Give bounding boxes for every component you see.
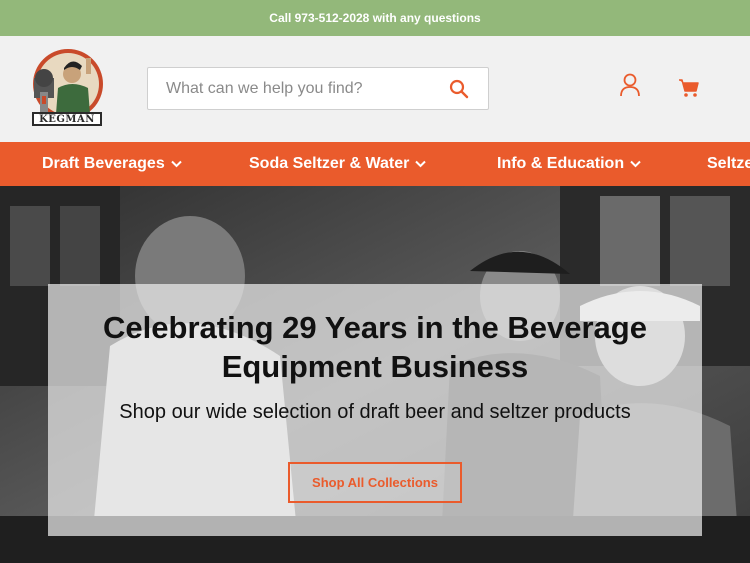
chevron-down-icon (171, 160, 182, 168)
search-button[interactable] (448, 78, 470, 100)
hero-subtitle: Shop our wide selection of draft beer an… (119, 401, 631, 423)
shop-all-collections-button[interactable]: Shop All Collections (288, 462, 462, 503)
cart-icon (679, 79, 699, 97)
nav-item-label: Seltzer (707, 155, 750, 172)
announcement-bar: Call 973-512-2028 with any questions (0, 0, 750, 36)
logo-wordmark: KEGMAN (32, 112, 102, 126)
chevron-down-icon (415, 160, 427, 168)
hero-banner: Celebrating 29 Years in the Beverage Equ… (0, 186, 750, 563)
announcement-text: Call 973-512-2028 with any questions (269, 11, 481, 25)
nav-item-label: Draft Beverages (42, 155, 165, 172)
hero-title: Celebrating 29 Years in the Beverage Equ… (103, 310, 647, 384)
search-icon (449, 79, 469, 99)
hero-card: Celebrating 29 Years in the Beverage Equ… (48, 284, 702, 536)
nav-item-seltzer[interactable]: Seltzer (707, 142, 750, 186)
nav-item-soda-seltzer-water[interactable]: Soda Seltzer & Water (249, 142, 427, 186)
nav-item-info-education[interactable]: Info & Education (497, 142, 641, 186)
search-input[interactable] (166, 79, 446, 98)
nav-item-label: Info & Education (497, 155, 625, 172)
search-bar (147, 67, 489, 110)
cart-button[interactable] (678, 78, 700, 98)
account-button[interactable] (619, 73, 641, 97)
site-logo[interactable]: KEGMAN (28, 48, 106, 128)
site-header: KEGMAN (0, 36, 750, 142)
user-icon (620, 73, 640, 97)
chevron-down-icon (630, 160, 641, 168)
nav-item-draft-beverages[interactable]: Draft Beverages (42, 142, 182, 186)
nav-item-label: Soda Seltzer & Water (249, 155, 410, 172)
main-nav: Draft Beverages Soda Seltzer & Water Inf… (0, 142, 750, 186)
